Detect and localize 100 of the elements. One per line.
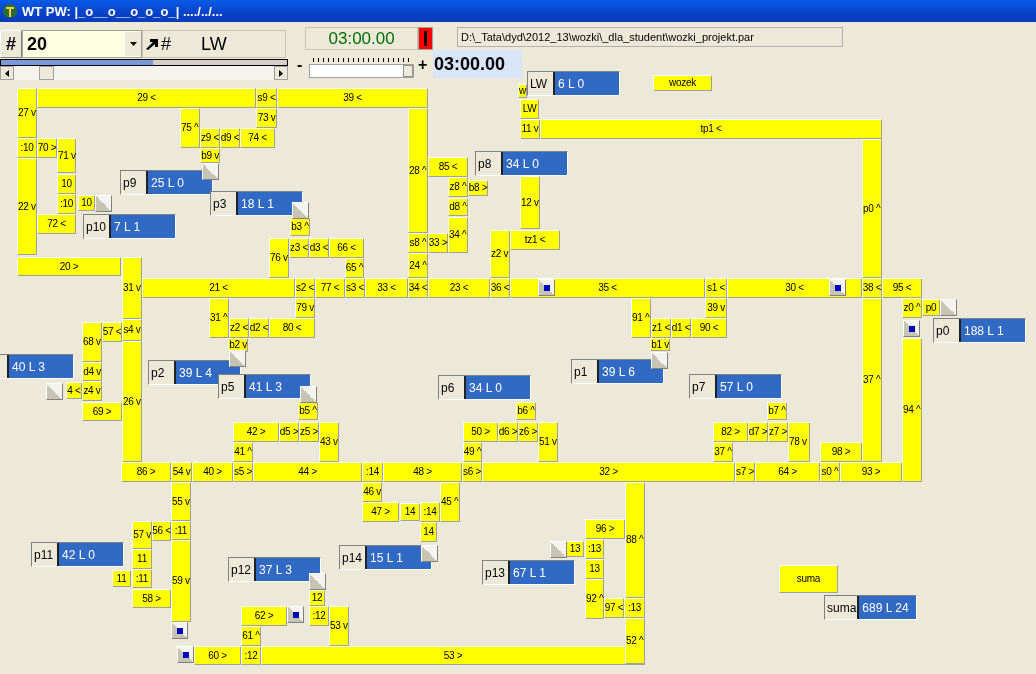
track-segment: s7 > bbox=[735, 462, 755, 482]
track-segment: z4 v bbox=[82, 381, 102, 401]
track-segment: 32 > bbox=[482, 462, 735, 482]
station-name: p12 bbox=[229, 558, 256, 581]
slider-thumb[interactable] bbox=[403, 65, 413, 77]
toggle-button[interactable] bbox=[829, 279, 846, 296]
hash-button[interactable]: # bbox=[0, 30, 22, 58]
dropdown-button[interactable] bbox=[124, 32, 141, 56]
toggle-button[interactable] bbox=[309, 573, 326, 590]
track-segment: 34 < bbox=[408, 278, 428, 298]
station-name: p3 bbox=[211, 192, 238, 215]
file-path-field[interactable]: D:\_Tata\dyd\2012_13\wozki\_dla_student\wozki_projekt.par bbox=[457, 27, 843, 47]
slider-track[interactable] bbox=[309, 64, 414, 78]
track-segment: b9 v bbox=[200, 148, 220, 163]
track-segment: 12 v bbox=[520, 176, 540, 229]
toggle-button[interactable] bbox=[538, 279, 555, 296]
track-segment: 85 < bbox=[428, 157, 468, 177]
station-name: suma bbox=[825, 596, 860, 619]
toggle-button[interactable] bbox=[177, 646, 194, 663]
scroll-left-button[interactable] bbox=[0, 66, 14, 80]
track-segment: b1 v bbox=[650, 338, 670, 351]
track-segment: d5 > bbox=[279, 422, 299, 442]
toggle-button[interactable] bbox=[287, 606, 304, 623]
track-segment: d2 < bbox=[249, 318, 269, 338]
track-segment: 86 > bbox=[121, 462, 171, 482]
track-segment: 35 < bbox=[510, 278, 705, 298]
track-segment: 69 > bbox=[82, 402, 122, 421]
track-segment: 50 > bbox=[463, 422, 498, 442]
toggle-button[interactable] bbox=[940, 299, 957, 316]
track-segment: 98 > bbox=[820, 442, 862, 462]
station-name: p13 bbox=[483, 561, 510, 584]
track-segment: 53 > bbox=[261, 646, 645, 665]
toggle-button[interactable] bbox=[550, 541, 567, 558]
station-value: 25 L 0 bbox=[148, 171, 212, 194]
track-segment: 45 ^ bbox=[440, 482, 460, 522]
track-segment: 27 v bbox=[17, 88, 37, 138]
station-name: p2 bbox=[149, 361, 176, 384]
track-segment: 46 v bbox=[362, 482, 382, 502]
track-segment: 59 v bbox=[171, 540, 191, 622]
right-arrow-icon bbox=[279, 69, 283, 77]
mode-label: LW bbox=[201, 33, 227, 55]
toggle-button[interactable] bbox=[903, 320, 920, 337]
track-segment: 47 > bbox=[362, 502, 399, 522]
square-icon bbox=[543, 284, 550, 291]
track-segment: 39 v bbox=[705, 298, 727, 318]
toggle-button[interactable] bbox=[421, 545, 438, 562]
station-value: 40 L 3 bbox=[9, 355, 73, 378]
station-value: 6 L 0 bbox=[555, 72, 619, 95]
track-segment: b3 ^ bbox=[290, 218, 310, 236]
track-segment: 90 < bbox=[691, 318, 727, 338]
track-segment: wozek bbox=[653, 75, 712, 91]
station-value: 67 L 1 bbox=[510, 561, 574, 584]
left-arrow-icon bbox=[5, 69, 9, 77]
station-name: p7 bbox=[690, 375, 717, 398]
station-value: 34 L 0 bbox=[503, 152, 567, 175]
track-segment: 31 v bbox=[122, 257, 142, 319]
toggle-button[interactable] bbox=[46, 383, 63, 400]
station-name: p9 bbox=[121, 171, 148, 194]
scrollbar[interactable] bbox=[0, 66, 288, 80]
scroll-thumb[interactable] bbox=[39, 66, 54, 80]
toggle-button[interactable] bbox=[202, 163, 219, 180]
toggle-button[interactable] bbox=[651, 352, 668, 369]
toggle-button[interactable] bbox=[95, 195, 112, 212]
track-segment: 26 v bbox=[122, 341, 142, 462]
status-indicator bbox=[418, 27, 433, 50]
track-segment: 49 ^ bbox=[463, 442, 482, 462]
track-segment: :12 bbox=[309, 606, 329, 626]
station-name: p11 bbox=[32, 543, 59, 566]
track-segment: 97 < bbox=[604, 598, 624, 618]
track-segment: z2 v bbox=[490, 230, 510, 278]
track-segment: 21 < bbox=[142, 278, 295, 298]
station-name: p1 bbox=[572, 360, 599, 383]
track-segment: 65 ^ bbox=[345, 258, 364, 278]
toggle-button[interactable] bbox=[171, 622, 188, 639]
track-segment: 10 bbox=[78, 195, 95, 211]
track-segment: d3 < bbox=[309, 238, 329, 258]
track-segment: 42 > bbox=[233, 422, 279, 442]
toggle-button[interactable] bbox=[300, 386, 317, 403]
track-segment: tz1 < bbox=[510, 230, 560, 250]
toggle-button[interactable] bbox=[292, 202, 309, 219]
station-value: 689 L 24 bbox=[859, 596, 916, 619]
number-combo[interactable]: 20 bbox=[22, 30, 142, 58]
time-field[interactable]: 03:00.00 bbox=[433, 50, 522, 78]
track-segment: :14 bbox=[362, 462, 383, 482]
square-icon bbox=[292, 611, 299, 618]
app-icon bbox=[2, 3, 18, 19]
track-segment: s8 ^ bbox=[408, 233, 428, 253]
track-segment: 82 > bbox=[713, 422, 748, 442]
track-segment: b5 ^ bbox=[298, 402, 318, 420]
track-segment: z8 ^ bbox=[448, 177, 468, 197]
track-segment: b6 ^ bbox=[516, 402, 536, 420]
track-segment: 20 > bbox=[17, 257, 121, 276]
scroll-right-button[interactable] bbox=[274, 66, 288, 80]
square-icon bbox=[182, 651, 189, 658]
track-segment: :10 bbox=[17, 138, 37, 158]
track-segment: 94 ^ bbox=[902, 338, 922, 482]
toggle-button[interactable] bbox=[229, 350, 246, 367]
track-segment: :13 bbox=[585, 539, 604, 559]
track-segment: 22 v bbox=[17, 158, 37, 255]
station-value: 188 L 1 bbox=[961, 319, 1025, 342]
